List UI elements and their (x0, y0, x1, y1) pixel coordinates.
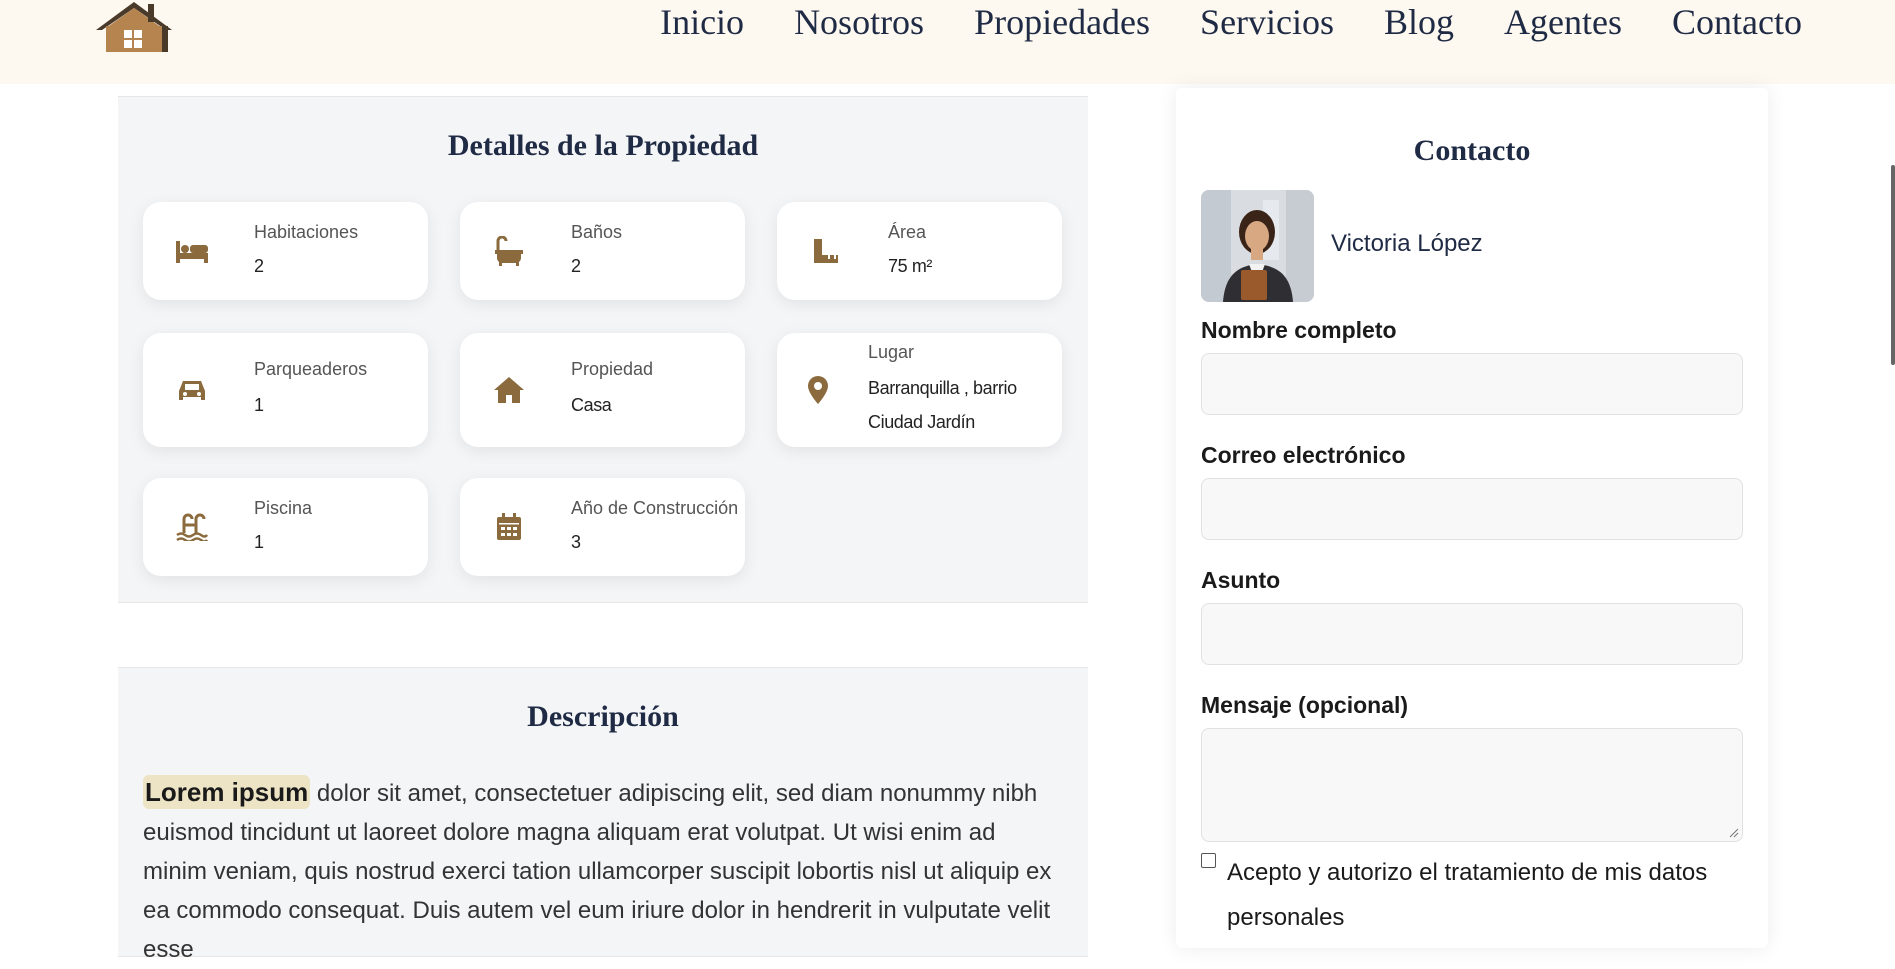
description-highlight: Lorem ipsum (143, 775, 311, 809)
detail-label: Lugar (868, 342, 915, 362)
nav-propiedades[interactable]: Propiedades (974, 2, 1150, 42)
detail-card-propiedad: Propiedad Casa (460, 333, 745, 447)
full-name-input[interactable] (1201, 353, 1743, 415)
site-header: Inicio Nosotros Propiedades Servicios Bl… (0, 0, 1895, 84)
consent-label: Acepto y autorizo el tratamiento de mis … (1227, 859, 1708, 931)
detail-value: 1 (254, 395, 264, 415)
detail-label: Baños (571, 222, 623, 242)
detail-card-lugar: Lugar Barranquilla , barrio Ciudad Jardí… (777, 333, 1062, 447)
nav-blog[interactable]: Blog (1384, 2, 1454, 42)
detail-value: Casa (571, 395, 612, 415)
ruler-icon (809, 234, 843, 268)
detail-label: Habitaciones (254, 222, 359, 242)
agent-name: Victoria López (1331, 230, 1483, 257)
property-details-section: Detalles de la Propiedad Habitaciones 2 … (118, 96, 1088, 603)
detail-card-banos: Baños 2 (460, 202, 745, 300)
detail-card-habitaciones: Habitaciones 2 (143, 202, 428, 300)
nav-nosotros[interactable]: Nosotros (794, 2, 924, 42)
detail-label: Parqueaderos (254, 359, 368, 379)
house-logo-icon[interactable] (88, 0, 180, 52)
page-scrollbar[interactable] (1891, 165, 1895, 365)
detail-value: 1 (254, 532, 264, 552)
detail-card-piscina: Piscina 1 (143, 478, 428, 576)
car-icon (175, 373, 209, 407)
description-section: Descripción Lorem ipsum dolor sit amet, … (118, 667, 1088, 963)
detail-label: Piscina (254, 498, 313, 518)
resize-handle-icon[interactable] (1729, 828, 1739, 838)
detail-value: 2 (571, 256, 581, 276)
nav-contacto[interactable]: Contacto (1672, 2, 1802, 42)
detail-label: Año de Construcción (571, 498, 739, 518)
detail-label: Área (888, 222, 927, 242)
details-title: Detalles de la Propiedad (447, 129, 759, 162)
email-input[interactable] (1201, 478, 1743, 540)
description-text: Lorem ipsum dolor sit amet, consectetuer… (143, 773, 1063, 969)
detail-value: 3 (571, 532, 581, 552)
subject-input[interactable] (1201, 603, 1743, 665)
nav-servicios[interactable]: Servicios (1200, 2, 1334, 42)
message-textarea[interactable] (1201, 728, 1743, 842)
message-label: Mensaje (opcional) (1201, 692, 1409, 718)
main-nav: Inicio Nosotros Propiedades Servicios Bl… (660, 0, 1802, 44)
description-title: Descripción (527, 700, 679, 733)
nav-agentes[interactable]: Agentes (1504, 2, 1622, 42)
subject-label: Asunto (1201, 567, 1281, 593)
swimming-pool-icon (175, 510, 209, 544)
location-pin-icon (801, 373, 835, 407)
detail-label: Propiedad (571, 359, 654, 379)
detail-value: 2 (254, 256, 264, 276)
bed-icon (175, 234, 209, 268)
detail-card-area: Área 75 m² (777, 202, 1062, 300)
consent-checkbox[interactable] (1201, 853, 1216, 868)
bathtub-icon (492, 234, 526, 268)
detail-value: Barranquilla , barrio Ciudad Jardín (868, 378, 1017, 432)
agent-avatar (1201, 190, 1314, 302)
contact-panel: Contacto Victoria López Nombre completo … (1176, 88, 1768, 948)
nav-inicio[interactable]: Inicio (660, 2, 744, 42)
detail-card-parqueaderos: Parqueaderos 1 (143, 333, 428, 447)
calendar-icon (492, 510, 526, 544)
detail-card-ano-construccion: Año de Construcción 3 (460, 478, 745, 576)
detail-value: 75 m² (888, 256, 933, 276)
house-icon (492, 373, 526, 407)
full-name-label: Nombre completo (1201, 317, 1397, 343)
contact-title: Contacto (1413, 134, 1531, 167)
email-label: Correo electrónico (1201, 442, 1406, 468)
